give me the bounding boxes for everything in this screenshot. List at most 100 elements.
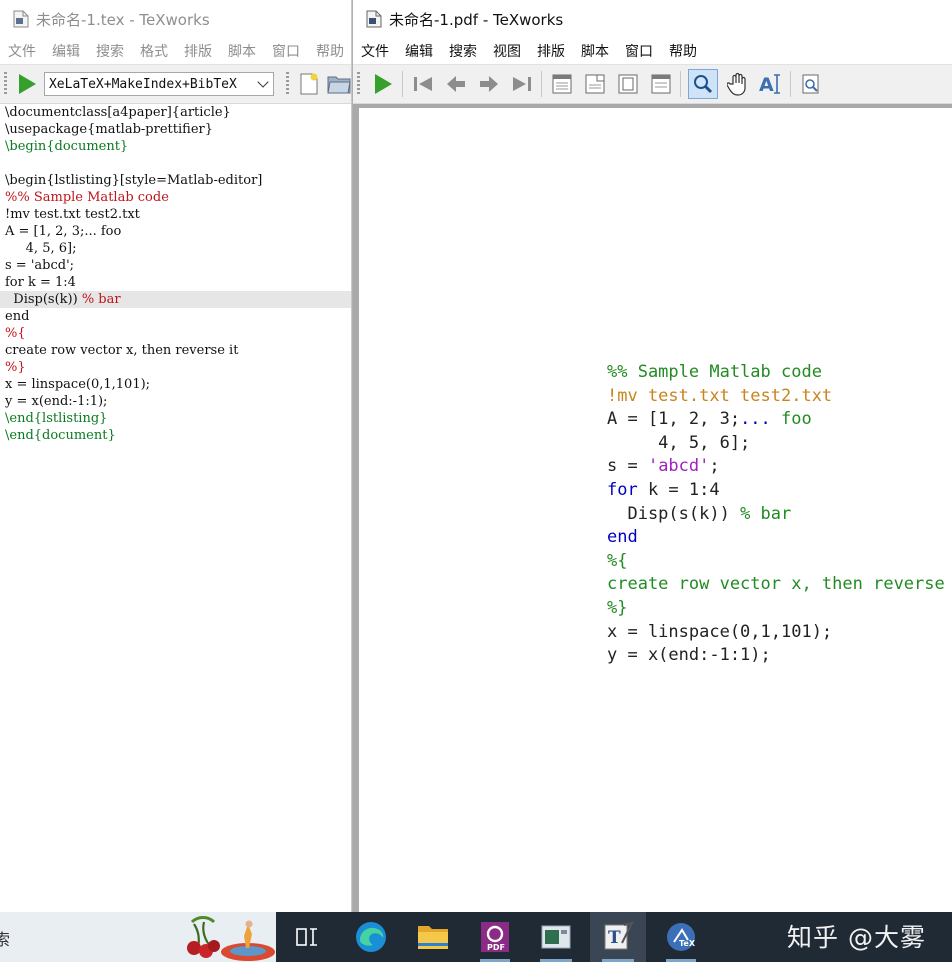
- menu-typeset[interactable]: 排版: [529, 41, 573, 61]
- editor-line: \end{lstlisting}: [0, 410, 351, 427]
- code-token: for k = 1:4: [5, 275, 76, 290]
- scroll-tool-button[interactable]: [725, 71, 751, 97]
- code-token: %}: [607, 597, 628, 618]
- left-window-title: 未命名-1.tex - TeXworks: [36, 10, 210, 29]
- menu-edit[interactable]: 编辑: [44, 41, 88, 61]
- code-token: k = 1:4: [637, 479, 720, 500]
- menu-window[interactable]: 窗口: [264, 41, 308, 61]
- watermark-text: 知乎 @大雾: [787, 923, 926, 952]
- typeset-button[interactable]: [18, 74, 36, 94]
- pdf-code-line: %}: [607, 597, 952, 621]
- svg-text:A: A: [759, 74, 774, 95]
- fit-content-button[interactable]: [648, 71, 674, 97]
- code-token: 'abcd': [647, 456, 710, 477]
- page-fit-width-icon: [585, 74, 605, 94]
- open-folder-button[interactable]: [327, 73, 351, 95]
- left-menubar: 文件 编辑 搜索 格式 排版 脚本 窗口 帮助: [0, 38, 351, 64]
- next-page-button[interactable]: [476, 71, 502, 97]
- code-token: ;: [709, 456, 720, 477]
- code-token: s =: [607, 456, 648, 477]
- toolbar-grip[interactable]: [4, 72, 7, 96]
- code-token: % bar: [740, 503, 792, 524]
- magnify-tool-button[interactable]: [688, 69, 718, 99]
- first-page-icon: [414, 77, 432, 91]
- page-fit-content-icon: [651, 74, 671, 94]
- texworks-icon: T: [604, 921, 634, 950]
- pdf-code-line: Disp(s(k)) % bar: [607, 503, 952, 527]
- actual-size-button[interactable]: [549, 71, 575, 97]
- engine-select-value: XeLaTeX+MakeIndex+BibTeX: [48, 76, 237, 92]
- task-view-button[interactable]: [284, 912, 330, 962]
- menu-edit[interactable]: 编辑: [397, 41, 441, 61]
- code-token: Disp(s(k)): [607, 503, 741, 524]
- rendered-matlab-listing: %% Sample Matlab code !mv test.txt test2.…: [607, 361, 952, 668]
- menu-search[interactable]: 搜索: [441, 41, 485, 61]
- code-token: 4, 5, 6];: [607, 432, 751, 453]
- toolbar-grip[interactable]: [357, 72, 360, 96]
- menu-file[interactable]: 文件: [0, 41, 44, 61]
- code-token: Disp(s(k)): [5, 292, 82, 307]
- code-token: % bar: [81, 292, 121, 307]
- taskbar-edge-button[interactable]: [344, 912, 398, 962]
- menu-typeset[interactable]: 排版: [176, 41, 220, 61]
- editor-line: create row vector x, then reverse it: [0, 342, 351, 359]
- menu-scripts[interactable]: 脚本: [573, 41, 617, 61]
- taskbar-search-area[interactable]: 索: [0, 912, 276, 962]
- menu-help[interactable]: 帮助: [661, 41, 705, 61]
- menu-scripts[interactable]: 脚本: [220, 41, 264, 61]
- pdf-document-icon: [366, 10, 382, 28]
- page-search-icon: [802, 74, 819, 94]
- tex-tool-icon: TeX: [667, 923, 696, 951]
- taskbar-explorer-button[interactable]: [406, 912, 460, 962]
- code-token: \usepackage{matlab-prettifier}: [5, 122, 213, 137]
- editor-line: %% Sample Matlab code: [0, 189, 351, 206]
- code-token: \begin{document}: [5, 139, 129, 154]
- editor-line: \begin{lstlisting}[style=Matlab-editor]: [0, 172, 351, 189]
- fit-page-button[interactable]: [615, 71, 641, 97]
- menu-view[interactable]: 视图: [485, 41, 529, 61]
- typeset-button[interactable]: [370, 71, 396, 97]
- editor-line: A = [1, 2, 3;... foo: [0, 223, 351, 240]
- code-token: ...: [740, 409, 771, 430]
- code-token: create row vector x, then reverse it: [5, 343, 239, 358]
- code-token: 4, 5, 6];: [5, 241, 77, 256]
- right-titlebar: 未命名-1.pdf - TeXworks: [353, 0, 952, 38]
- tex-source-editor[interactable]: \documentclass[a4paper]{article} \usepack…: [0, 104, 351, 912]
- editor-line: \documentclass[a4paper]{article}: [0, 104, 351, 121]
- engine-select[interactable]: XeLaTeX+MakeIndex+BibTeX: [43, 72, 275, 96]
- figure-on-disc-icon: [220, 918, 276, 966]
- menu-search[interactable]: 搜索: [88, 41, 132, 61]
- svg-text:TeX: TeX: [679, 939, 696, 948]
- play-icon: [374, 74, 392, 94]
- taskbar-tex-tool-button[interactable]: TeX: [654, 912, 708, 962]
- find-in-pdf-button[interactable]: [798, 71, 824, 97]
- pdf-code-line: x = linspace(0,1,101);: [607, 621, 952, 645]
- taskbar-texworks-button[interactable]: T: [590, 912, 646, 962]
- code-token: end: [607, 527, 638, 548]
- new-document-button[interactable]: [299, 73, 319, 95]
- previous-page-button[interactable]: [443, 71, 469, 97]
- right-toolbar: A: [353, 64, 952, 104]
- last-page-button[interactable]: [509, 71, 535, 97]
- editor-line: %}: [0, 359, 351, 376]
- editor-line: %{: [0, 325, 351, 342]
- pdf-code-line: A = [1, 2, 3;... foo: [607, 408, 952, 432]
- first-page-button[interactable]: [410, 71, 436, 97]
- pdf-code-line: 4, 5, 6];: [607, 432, 952, 456]
- fit-width-button[interactable]: [582, 71, 608, 97]
- tex-document-icon: [13, 10, 29, 28]
- menu-help[interactable]: 帮助: [308, 41, 351, 61]
- taskbar-app-button[interactable]: [528, 912, 584, 962]
- code-token: \begin{lstlisting}[style=Matlab-editor]: [5, 173, 263, 188]
- editor-line: end: [0, 308, 351, 325]
- menu-file[interactable]: 文件: [353, 41, 397, 61]
- code-token: \end{document}: [5, 428, 116, 443]
- edge-icon: [356, 922, 386, 952]
- select-text-tool-button[interactable]: A: [758, 71, 784, 97]
- text-select-icon: A: [759, 74, 780, 95]
- pdf-view-area[interactable]: %% Sample Matlab code !mv test.txt test2.…: [353, 104, 952, 912]
- menu-window[interactable]: 窗口: [617, 41, 661, 61]
- menu-format[interactable]: 格式: [132, 41, 176, 61]
- code-token: foo: [770, 409, 812, 430]
- taskbar-pdf-app-button[interactable]: PDF: [468, 912, 522, 962]
